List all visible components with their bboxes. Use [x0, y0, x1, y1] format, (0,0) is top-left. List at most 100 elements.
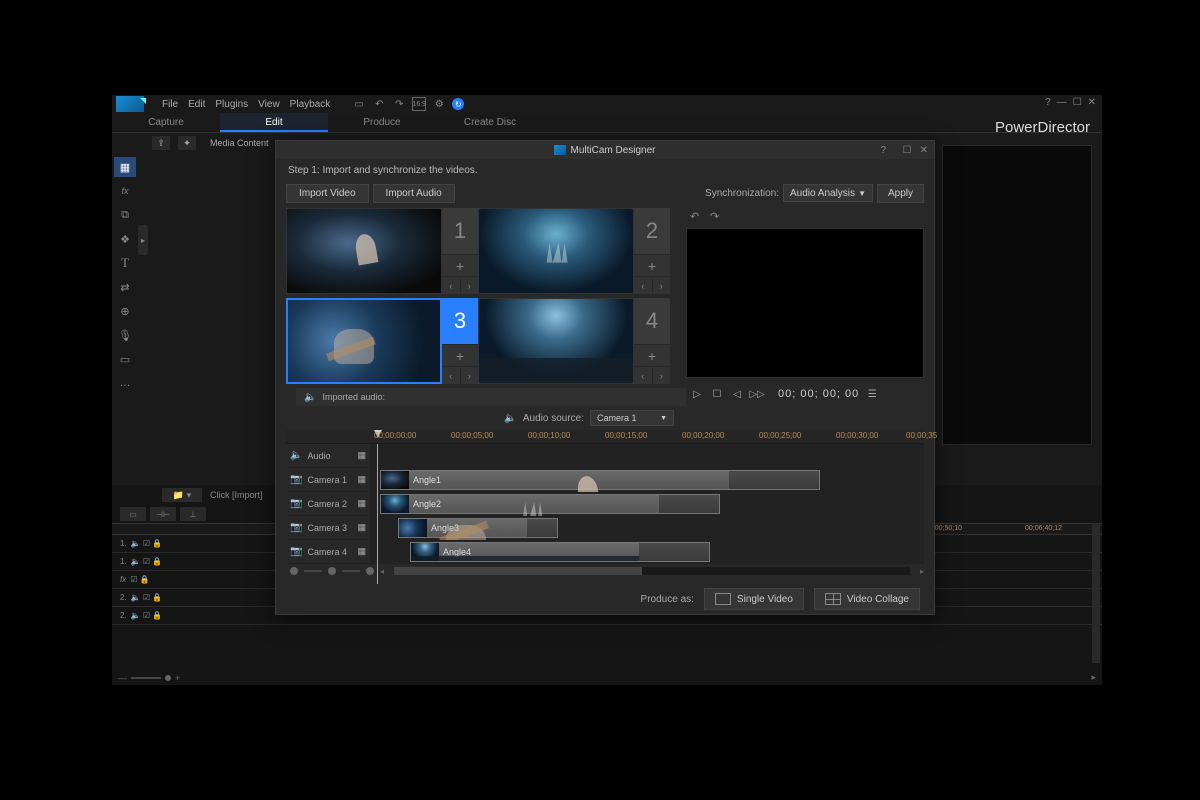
import-video-button[interactable]: Import Video: [286, 184, 369, 203]
camera-4-number-button[interactable]: 4: [634, 298, 670, 344]
timeline-marker-icon[interactable]: ⊥: [180, 507, 206, 521]
expand-handle[interactable]: ▸: [138, 225, 148, 255]
camera-3-number-button[interactable]: 3: [442, 298, 478, 344]
bg-vertical-scrollbar[interactable]: [1092, 523, 1100, 663]
preview-redo-icon[interactable]: ↷: [710, 210, 724, 224]
menu-view[interactable]: View: [258, 99, 280, 110]
camera-2-thumbnail[interactable]: [478, 208, 634, 294]
camera-3-add-button[interactable]: +: [442, 344, 478, 366]
stop-icon[interactable]: ☐: [710, 387, 724, 401]
preview-screen[interactable]: [686, 228, 924, 378]
maximize-icon[interactable]: ☐: [1073, 97, 1082, 108]
camera-4-thumbnail[interactable]: [478, 298, 634, 384]
timeline-view-icon[interactable]: ▭: [120, 507, 146, 521]
clip-angle2[interactable]: Angle2: [380, 494, 720, 514]
title-room-icon[interactable]: T: [114, 253, 136, 273]
track-camera-3[interactable]: 📷Camera 3▦ Angle3: [286, 516, 924, 540]
dialog-titlebar[interactable]: MultiCam Designer ? ☐ ✕: [276, 141, 934, 159]
media-room-icon[interactable]: ▦: [114, 157, 136, 177]
import-audio-button[interactable]: Import Audio: [373, 184, 455, 203]
audio-room-icon[interactable]: ⊕: [114, 301, 136, 321]
next-frame-icon[interactable]: ▷▷: [750, 387, 764, 401]
zoom-out-icon[interactable]: [290, 567, 298, 575]
minimize-icon[interactable]: —: [1057, 97, 1067, 108]
timecode-options-icon[interactable]: ☰: [865, 387, 879, 401]
camera-2-prev-button[interactable]: ‹: [634, 276, 653, 294]
timeline-ruler[interactable]: 00;00;00;00 00;00;05;00 00;00;10;00 00;0…: [286, 430, 924, 444]
tab-produce[interactable]: Produce: [328, 113, 436, 132]
plugin-icon[interactable]: ✦: [178, 136, 196, 150]
zoom-slider[interactable]: [328, 567, 336, 575]
prev-frame-icon[interactable]: ◁: [730, 387, 744, 401]
produce-single-video-button[interactable]: Single Video: [704, 588, 804, 610]
track-camera-1[interactable]: 📷Camera 1▦ Angle1: [286, 468, 924, 492]
help-icon[interactable]: ?: [1045, 97, 1051, 108]
track-toggle-icon[interactable]: ▦: [357, 498, 366, 509]
redo-icon[interactable]: ↷: [392, 97, 406, 111]
track-audio[interactable]: 🔈Audio▦: [286, 444, 924, 468]
hscroll-right-arrow[interactable]: ▸: [920, 567, 924, 576]
folder-dropdown[interactable]: 📁 ▾: [162, 488, 202, 502]
preview-undo-icon[interactable]: ↶: [690, 210, 704, 224]
bg-hscroll-right-arrow[interactable]: ▸: [1091, 672, 1096, 683]
fx-room-icon[interactable]: fx: [114, 181, 136, 201]
camera-1-add-button[interactable]: +: [442, 254, 478, 276]
camera-1-next-button[interactable]: ›: [461, 276, 479, 294]
menu-playback[interactable]: Playback: [290, 99, 331, 110]
dialog-help-icon[interactable]: ?: [880, 145, 886, 156]
menu-plugins[interactable]: Plugins: [215, 99, 248, 110]
camera-4-add-button[interactable]: +: [634, 344, 670, 366]
play-icon[interactable]: ▷: [690, 387, 704, 401]
dialog-close-icon[interactable]: ✕: [920, 145, 928, 156]
camera-4-next-button[interactable]: ›: [653, 366, 671, 384]
bg-zoom-control[interactable]: —+: [118, 673, 180, 683]
camera-2-add-button[interactable]: +: [634, 254, 670, 276]
camera-3-prev-button[interactable]: ‹: [442, 366, 461, 384]
apply-button[interactable]: Apply: [877, 184, 924, 203]
cloud-icon[interactable]: ↻: [452, 98, 464, 110]
camera-4-prev-button[interactable]: ‹: [634, 366, 653, 384]
audio-source-dropdown[interactable]: Camera 1▼: [590, 410, 674, 426]
tab-create-disc[interactable]: Create Disc: [436, 113, 544, 132]
transition-room-icon[interactable]: ⇄: [114, 277, 136, 297]
tab-capture[interactable]: Capture: [112, 113, 220, 132]
sync-dropdown[interactable]: Audio Analysis ▼: [783, 184, 873, 202]
clip-angle1[interactable]: Angle1: [380, 470, 820, 490]
voice-room-icon[interactable]: 🎙: [114, 325, 136, 345]
screen-icon[interactable]: ▭: [352, 97, 366, 111]
track-toggle-icon[interactable]: ▦: [357, 450, 366, 461]
settings-icon[interactable]: ⚙: [432, 97, 446, 111]
zoom-in-icon[interactable]: [366, 567, 374, 575]
camera-3-next-button[interactable]: ›: [461, 366, 479, 384]
subtitle-room-icon[interactable]: …: [114, 373, 136, 393]
camera-3-thumbnail[interactable]: [286, 298, 442, 384]
undo-icon[interactable]: ↶: [372, 97, 386, 111]
track-camera-4[interactable]: 📷Camera 4▦ Angle4: [286, 540, 924, 564]
close-icon[interactable]: ✕: [1088, 97, 1096, 108]
ratio-icon[interactable]: 16:9: [412, 97, 426, 111]
camera-2-number-button[interactable]: 2: [634, 208, 670, 254]
chapter-room-icon[interactable]: ▭: [114, 349, 136, 369]
horizontal-scrollbar[interactable]: [394, 567, 910, 575]
produce-video-collage-button[interactable]: Video Collage: [814, 588, 920, 610]
menu-file[interactable]: File: [162, 99, 178, 110]
track-toggle-icon[interactable]: ▦: [357, 522, 366, 533]
particle-room-icon[interactable]: ❖: [114, 229, 136, 249]
clip-angle3[interactable]: Angle3: [398, 518, 558, 538]
menu-edit[interactable]: Edit: [188, 99, 205, 110]
pip-room-icon[interactable]: ⧉: [114, 205, 136, 225]
timeline-snap-icon[interactable]: ⊣⊢: [150, 507, 176, 521]
camera-1-number-button[interactable]: 1: [442, 208, 478, 254]
hscroll-left-arrow[interactable]: ◂: [380, 567, 384, 576]
import-media-icon[interactable]: ⇪: [152, 136, 170, 150]
dialog-maximize-icon[interactable]: ☐: [903, 145, 912, 156]
playhead-line[interactable]: [377, 444, 378, 584]
track-toggle-icon[interactable]: ▦: [357, 546, 366, 557]
clip-angle4[interactable]: Angle4: [410, 542, 710, 562]
track-toggle-icon[interactable]: ▦: [357, 474, 366, 485]
camera-2-next-button[interactable]: ›: [653, 276, 671, 294]
camera-1-thumbnail[interactable]: [286, 208, 442, 294]
camera-1-prev-button[interactable]: ‹: [442, 276, 461, 294]
track-camera-2[interactable]: 📷Camera 2▦ Angle2: [286, 492, 924, 516]
tab-edit[interactable]: Edit: [220, 113, 328, 132]
